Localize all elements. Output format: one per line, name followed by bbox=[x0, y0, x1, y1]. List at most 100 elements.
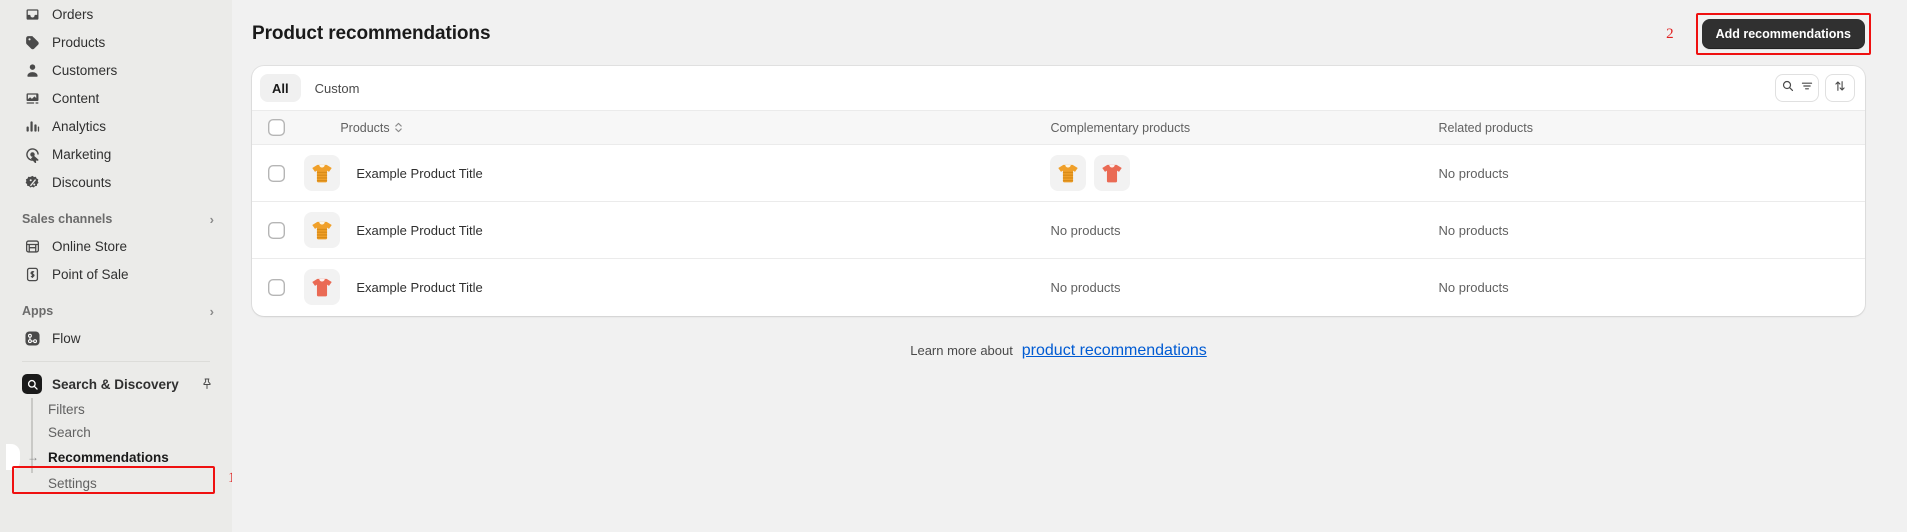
row-checkbox[interactable] bbox=[268, 164, 285, 182]
product-title: Example Product Title bbox=[356, 165, 483, 181]
customers-person-icon bbox=[22, 60, 42, 80]
header-complementary-products: Complementary products bbox=[1036, 110, 1425, 145]
tab-all[interactable]: All bbox=[260, 74, 301, 102]
discounts-badge-icon bbox=[22, 172, 42, 192]
sidebar-item-discounts[interactable]: Discounts bbox=[14, 168, 224, 196]
sidebar-item-marketing[interactable]: Marketing bbox=[14, 140, 224, 168]
sidebar-item-point-of-sale[interactable]: Point of Sale bbox=[14, 260, 224, 288]
sidebar-item-label: Products bbox=[52, 34, 106, 50]
analytics-bars-icon bbox=[22, 116, 42, 136]
page-header: Product recommendations 2 Add recommenda… bbox=[252, 13, 1871, 55]
complementary-products-value: No products bbox=[1050, 222, 1121, 238]
sidebar-item-products[interactable]: Products bbox=[14, 28, 224, 56]
sidebar-item-content[interactable]: Content bbox=[14, 84, 224, 112]
app-root: Orders Products Customers Content Analyt… bbox=[0, 0, 1907, 532]
sidebar-item-search-and-discovery[interactable]: Search & Discovery bbox=[14, 370, 224, 398]
product-thumbnail-tshirt-red bbox=[304, 269, 341, 306]
product-thumbnail-tshirt-orange-striped bbox=[304, 155, 341, 191]
table-row[interactable]: Example Product Title No products bbox=[252, 144, 1865, 202]
sidebar-item-recommendations[interactable]: → Recommendations bbox=[6, 444, 224, 470]
search-icon bbox=[1781, 79, 1795, 98]
selected-indicator bbox=[6, 444, 20, 470]
product-thumbnail-tshirt-orange-striped bbox=[304, 212, 341, 248]
sidebar-item-analytics[interactable]: Analytics bbox=[14, 112, 224, 140]
sort-chevron-icon bbox=[394, 121, 403, 134]
annotation-marker-2: 2 bbox=[1666, 25, 1674, 42]
main-content: Product recommendations 2 Add recommenda… bbox=[232, 0, 1907, 532]
select-all-checkbox[interactable] bbox=[268, 119, 285, 136]
sidebar: Orders Products Customers Content Analyt… bbox=[0, 0, 232, 532]
sidebar-item-label: Search & Discovery bbox=[52, 376, 179, 392]
sort-button[interactable] bbox=[1825, 74, 1855, 102]
chevron-right-icon: › bbox=[209, 211, 214, 227]
sidebar-item-customers[interactable]: Customers bbox=[14, 56, 224, 84]
row-product-cell: Example Product Title bbox=[302, 259, 1036, 316]
table-row[interactable]: Example Product Title No products No pro… bbox=[252, 259, 1865, 316]
sidebar-item-label: Point of Sale bbox=[52, 266, 129, 282]
card-footer: Learn more about product recommendations bbox=[252, 316, 1865, 360]
row-select-cell bbox=[252, 201, 303, 259]
tab-custom[interactable]: Custom bbox=[303, 74, 372, 102]
product-recommendations-link[interactable]: product recommendations bbox=[1022, 342, 1207, 359]
search-filter-button[interactable] bbox=[1775, 74, 1819, 102]
complementary-thumbnail-tshirt-orange-striped bbox=[1050, 155, 1087, 191]
orders-icon bbox=[22, 4, 42, 24]
row-complementary-cell bbox=[1036, 144, 1425, 202]
table-header: Products Complementary products Related … bbox=[252, 110, 1865, 145]
page-title: Product recommendations bbox=[252, 23, 491, 44]
sidebar-section-apps[interactable]: Apps › bbox=[8, 298, 224, 324]
sidebar-item-label: Content bbox=[52, 90, 100, 106]
learn-more-text: Learn more about bbox=[910, 342, 1013, 358]
sidebar-item-label: Customers bbox=[52, 62, 118, 78]
row-product-cell: Example Product Title bbox=[302, 201, 1037, 259]
header-related-label: Related products bbox=[1438, 120, 1533, 135]
row-related-cell: No products bbox=[1424, 144, 1865, 202]
flow-icon bbox=[22, 328, 42, 348]
row-select-cell bbox=[252, 259, 302, 316]
row-checkbox[interactable] bbox=[268, 221, 285, 239]
page-header-actions: 2 Add recommendations bbox=[1666, 13, 1871, 55]
row-related-cell: No products bbox=[1424, 201, 1865, 259]
row-complementary-cell: No products bbox=[1036, 201, 1425, 259]
header-products-label: Products bbox=[340, 120, 390, 135]
header-products[interactable]: Products bbox=[302, 110, 1037, 145]
add-recommendations-button[interactable]: Add recommendations bbox=[1701, 19, 1865, 49]
related-products-value: No products bbox=[1438, 165, 1509, 181]
sidebar-item-search[interactable]: → Search bbox=[14, 421, 224, 444]
sidebar-item-label: Analytics bbox=[52, 118, 107, 134]
card-toolbar: All Custom bbox=[252, 66, 1865, 110]
table-row[interactable]: Example Product Title No products No pro… bbox=[252, 201, 1865, 259]
sidebar-item-label: Orders bbox=[52, 6, 94, 22]
sidebar-divider bbox=[22, 361, 210, 362]
header-complementary-label: Complementary products bbox=[1050, 120, 1191, 135]
row-complementary-cell: No products bbox=[1036, 259, 1424, 316]
select-all-cell bbox=[252, 119, 302, 136]
page-container: Product recommendations 2 Add recommenda… bbox=[232, 0, 1907, 360]
sidebar-item-settings[interactable]: → Settings bbox=[14, 472, 224, 495]
sidebar-item-label: Recommendations bbox=[48, 449, 169, 465]
row-product-cell: Example Product Title bbox=[302, 144, 1037, 202]
sidebar-item-online-store[interactable]: Online Store bbox=[14, 232, 224, 260]
pin-icon[interactable] bbox=[196, 373, 218, 395]
sidebar-item-label: Marketing bbox=[52, 146, 112, 162]
sidebar-section-sales-channels[interactable]: Sales channels › bbox=[8, 206, 224, 232]
content-image-icon bbox=[22, 88, 42, 108]
search-discovery-icon bbox=[22, 374, 42, 394]
sidebar-item-label: Filters bbox=[48, 402, 85, 417]
row-checkbox[interactable] bbox=[268, 278, 285, 296]
arrow-right-icon: → bbox=[27, 450, 39, 464]
complementary-thumbnail-tshirt-red bbox=[1094, 155, 1131, 191]
complementary-products-value: No products bbox=[1050, 279, 1121, 295]
sidebar-item-label: Discounts bbox=[52, 174, 112, 190]
sidebar-item-filters[interactable]: → Filters bbox=[14, 398, 224, 421]
table-header-row: Products Complementary products Related … bbox=[252, 110, 1865, 145]
row-select-cell bbox=[252, 144, 303, 202]
sidebar-item-label: Search bbox=[48, 425, 91, 440]
sidebar-item-orders[interactable]: Orders bbox=[14, 0, 224, 28]
sidebar-main-nav: Orders Products Customers Content Analyt… bbox=[8, 0, 224, 196]
marketing-target-icon bbox=[22, 144, 42, 164]
products-tag-icon bbox=[22, 32, 42, 52]
recommendations-card: All Custom Products Complementary produc… bbox=[252, 66, 1865, 316]
related-products-value: No products bbox=[1438, 279, 1509, 295]
sidebar-item-flow[interactable]: Flow bbox=[14, 324, 224, 352]
